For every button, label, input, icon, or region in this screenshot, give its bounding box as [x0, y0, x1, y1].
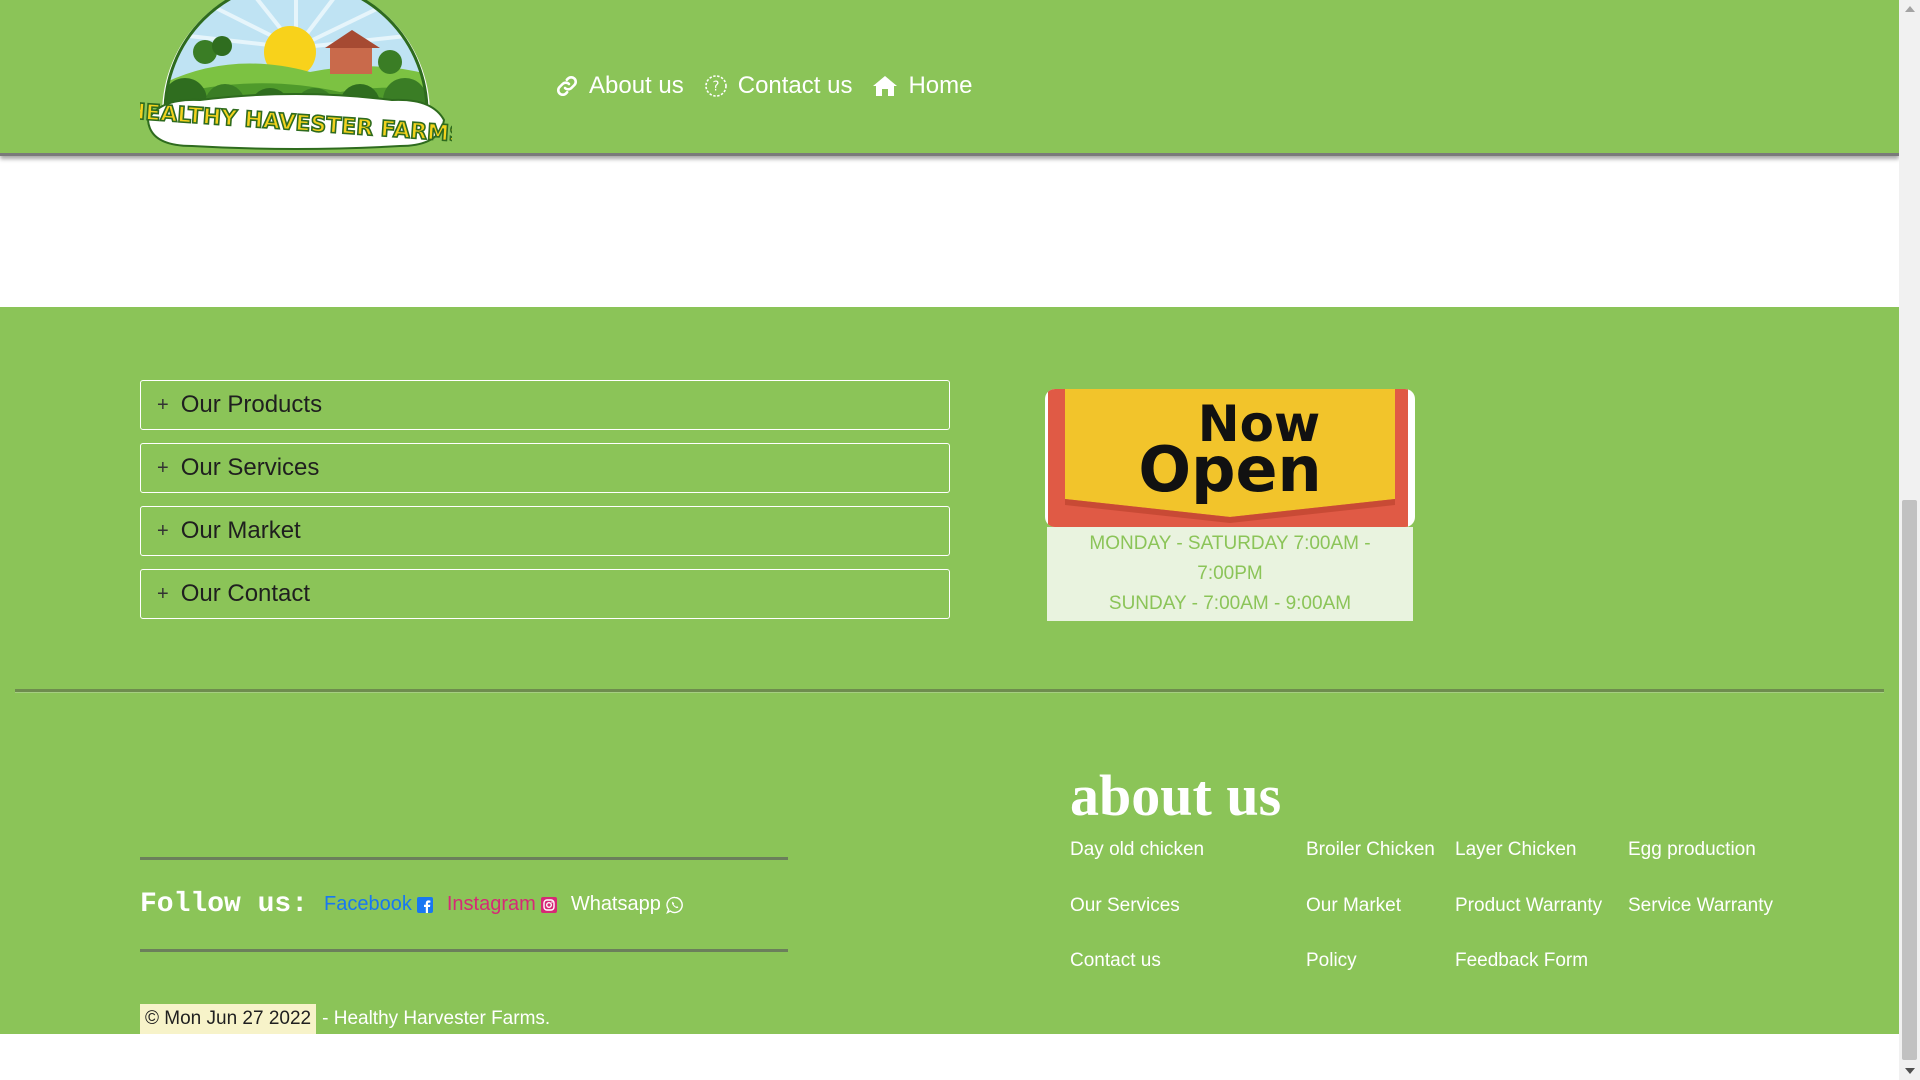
nav-contact-us[interactable]: ? Contact us [704, 72, 853, 100]
whatsapp-label: Whatsapp [570, 893, 661, 915]
whatsapp-icon [666, 896, 683, 914]
nav-home[interactable]: Home [872, 72, 973, 100]
copyright-owner: - Healthy Harvester Farms. [322, 1008, 551, 1029]
question-circle-icon: ? [704, 75, 727, 97]
follow-us-label: Follow us: [140, 889, 309, 920]
healthy-harvester-logo[interactable]: HEALTHY HAVESTER FARMS [125, 0, 466, 152]
svg-text:?: ? [712, 80, 719, 95]
link-day-old-chicken[interactable]: Day old chicken [1070, 839, 1204, 861]
nav-about-us-label: About us [589, 72, 684, 99]
link-our-services[interactable]: Our Services [1070, 895, 1180, 917]
site-footer: + Our Products + Our Services + Our Mark… [0, 307, 1899, 1034]
accordion-our-contact[interactable]: + Our Contact [140, 569, 950, 619]
accordion-label: Our Services [180, 454, 320, 481]
scrollbar-thumb[interactable] [1902, 500, 1917, 1060]
plus-icon: + [157, 519, 169, 542]
scroll-up-arrow-icon[interactable] [1905, 6, 1915, 12]
social-divider-top [140, 857, 788, 860]
link-broiler-chicken[interactable]: Broiler Chicken [1306, 839, 1435, 861]
hours-line-1: MONDAY - SATURDAY 7:00AM - [1089, 533, 1371, 554]
nav-home-label: Home [908, 72, 973, 99]
instagram-label: Instagram [446, 893, 536, 915]
site-header: HEALTHY HAVESTER FARMS About us ? Contac [0, 0, 1899, 156]
footer-divider [15, 689, 1884, 693]
main-nav: About us ? Contact us Home [555, 72, 993, 100]
accordion-label: Our Market [180, 517, 301, 544]
vertical-scrollbar[interactable] [1899, 0, 1920, 1080]
link-service-warranty[interactable]: Service Warranty [1628, 895, 1773, 917]
link-icon [556, 75, 578, 97]
accordion-our-market[interactable]: + Our Market [140, 506, 950, 556]
about-us-heading: about us [1070, 763, 1282, 828]
link-layer-chicken[interactable]: Layer Chicken [1455, 839, 1576, 861]
link-feedback-form[interactable]: Feedback Form [1455, 950, 1588, 972]
accordion-our-products[interactable]: + Our Products [140, 380, 950, 430]
link-policy[interactable]: Policy [1306, 950, 1357, 972]
nav-about-us[interactable]: About us [555, 72, 684, 100]
nav-contact-us-label: Contact us [737, 72, 853, 99]
page: HEALTHY HAVESTER FARMS About us ? Contac [0, 0, 1899, 1080]
link-egg-production[interactable]: Egg production [1628, 839, 1756, 861]
hours-line-3: SUNDAY - 7:00AM - 9:00AM [1108, 593, 1352, 614]
opening-hours-card: Now Open MONDAY - SATURDAY 7:00AM - 7:00… [1045, 389, 1415, 621]
whatsapp-link[interactable]: Whatsapp [571, 893, 684, 916]
scroll-down-arrow-icon[interactable] [1905, 1068, 1915, 1074]
plus-icon: + [157, 582, 169, 605]
instagram-icon [540, 896, 557, 913]
accordion-label: Our Products [180, 391, 323, 418]
open-sign-text: Open [1138, 433, 1321, 506]
hours-line-2: 7:00PM [1197, 563, 1263, 584]
about-links-grid: Day old chicken Broiler Chicken Layer Ch… [1070, 839, 1830, 1009]
footer-accordion: + Our Products + Our Services + Our Mark… [140, 380, 950, 632]
facebook-label: Facebook [324, 893, 412, 915]
opening-hours: MONDAY - SATURDAY 7:00AM - 7:00PM SUNDAY… [1047, 527, 1413, 621]
follow-us-row: Follow us: Facebook Instagram Whatsapp [140, 889, 698, 920]
copyright-date: © Mon Jun 27 2022 [140, 1004, 317, 1034]
link-product-warranty[interactable]: Product Warranty [1455, 895, 1602, 917]
link-our-market[interactable]: Our Market [1306, 895, 1401, 917]
plus-icon: + [157, 393, 169, 416]
accordion-label: Our Contact [180, 580, 311, 607]
facebook-icon [416, 896, 433, 913]
link-contact-us[interactable]: Contact us [1070, 950, 1161, 972]
social-divider-bottom [140, 949, 788, 952]
copyright: © Mon Jun 27 2022 - Healthy Harvester Fa… [140, 1004, 550, 1034]
instagram-link[interactable]: Instagram [447, 893, 557, 916]
now-open-sign-image: Now Open [1045, 389, 1415, 527]
facebook-link[interactable]: Facebook [324, 893, 433, 916]
accordion-our-services[interactable]: + Our Services [140, 443, 950, 493]
plus-icon: + [157, 456, 169, 479]
page-bottom [0, 1034, 1899, 1080]
home-icon [873, 76, 898, 96]
